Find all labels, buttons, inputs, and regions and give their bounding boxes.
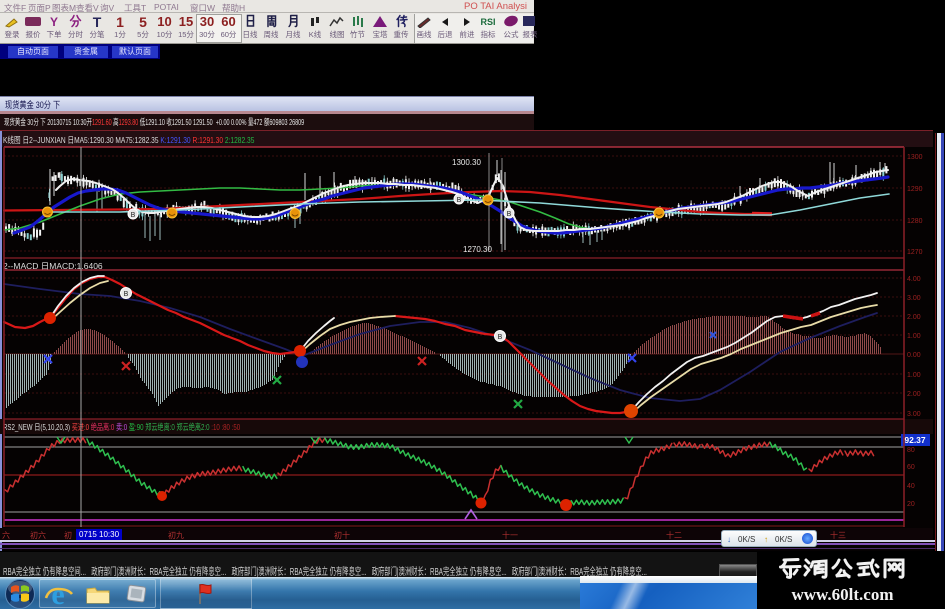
svg-text:1270.30: 1270.30 — [463, 245, 492, 254]
svg-text:80: 80 — [907, 447, 915, 454]
svg-text:20: 20 — [907, 501, 915, 508]
svg-text:0.00: 0.00 — [907, 352, 921, 359]
svg-text:2.00: 2.00 — [907, 314, 921, 321]
svg-text:60: 60 — [907, 464, 915, 471]
svg-text:4.00: 4.00 — [907, 276, 921, 283]
svg-text:2.00: 2.00 — [907, 391, 921, 398]
svg-text:92.37: 92.37 — [904, 435, 926, 445]
svg-text:B: B — [498, 334, 503, 341]
svg-text:1.00: 1.00 — [907, 372, 921, 379]
svg-text:1290: 1290 — [907, 186, 923, 193]
svg-text:B: B — [457, 197, 462, 204]
svg-text:1.00: 1.00 — [907, 333, 921, 340]
svg-text:3.00: 3.00 — [907, 295, 921, 302]
svg-text:40: 40 — [907, 483, 915, 490]
svg-text:1300: 1300 — [907, 154, 923, 161]
svg-text:B: B — [124, 291, 129, 298]
svg-text:1280: 1280 — [907, 218, 923, 225]
svg-text:1300.30: 1300.30 — [452, 158, 481, 167]
svg-text:1270: 1270 — [907, 249, 923, 256]
svg-text:B: B — [131, 212, 136, 219]
svg-text:3.00: 3.00 — [907, 411, 921, 418]
svg-text:B: B — [507, 211, 512, 218]
